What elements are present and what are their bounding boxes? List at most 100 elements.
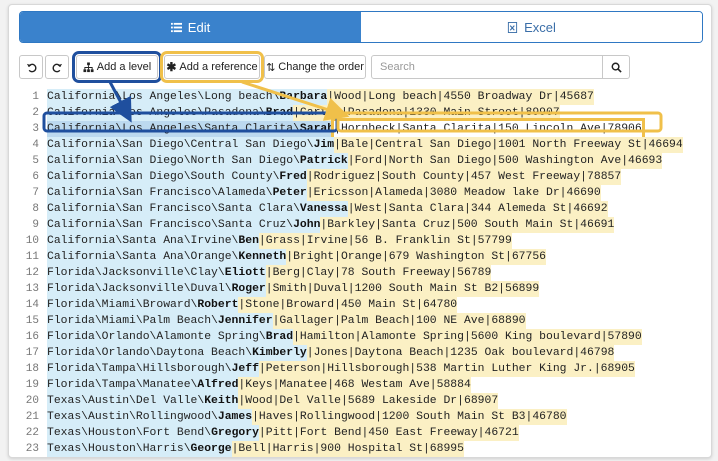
level-path: Florida\Orlando\Alamonte Spring\ [47,329,266,345]
person-name: Vanessa [299,201,348,217]
reference-fields: |Bright|Orange|679 Washington St|67756 [286,249,547,265]
editor-line[interactable]: 4 California\San Diego\Central San Diego\… [19,137,683,153]
reference-fields: |Bell|Harris|900 Hospital St|68995 [231,441,464,457]
reference-fields: |Barkley|Santa Cruz|500 South Main St|46… [320,217,615,233]
reference-fields: |Wood|Long beach|4550 Broadway Dr|45687 [327,89,594,105]
level-path: California\Los Angeles\Pasadena\ [47,105,266,121]
reference-fields: |Berg|Clay|78 South Freeway|56789 [265,265,492,281]
editor-line[interactable]: 21 Texas\Austin\Rollingwood\ James |Haves|R… [19,409,567,425]
editor-line[interactable]: 1 California\Los Angeles\Long beach\ Barba… [19,89,594,105]
person-name: Sarah [299,121,335,137]
tab-edit-label: Edit [187,19,211,35]
editor-line[interactable]: 22 Texas\Houston\Fort Bend\ Gregory |Pitt|F… [19,425,519,441]
level-path: California\Los Angeles\Long beach\ [47,89,280,105]
reference-fields: |Bale|Central San Diego|1001 North Freew… [334,137,683,153]
reference-fields: |Peterson|Hillsborough|538 Martin Luther… [258,361,635,377]
person-name: Brad [265,105,294,121]
level-path: Florida\Jacksonville\Duval\ [47,281,232,297]
reference-fields: |Hornbeck|Santa Clarita|150 Lincoln Ave|… [331,118,645,140]
undo-icon [26,63,36,72]
line-number: 18 [25,363,39,375]
editor-line[interactable]: 12 Florida\Jacksonville\Clay\ Eliott |Berg|… [19,265,492,281]
sort-icon: ⇅ [266,61,276,74]
editor-line[interactable]: 19 Florida\Tampa\Manatee\ Alfred |Keys|Mana… [19,377,471,393]
editor-line[interactable]: 14 Florida\Miami\Broward\ Robert |Stone|Bro… [19,297,458,313]
add-level-button[interactable]: Add a level [72,51,162,83]
editor-line[interactable]: 16 Florida\Orlando\Alamonte Spring\ Brad |H… [19,329,642,345]
level-path: Florida\Miami\Palm Beach\ [47,313,218,329]
level-path: California\San Francisco\Santa Cruz\ [47,217,294,233]
editor-line[interactable]: 13 Florida\Jacksonville\Duval\ Roger |Smith… [19,281,540,297]
level-path: Florida\Tampa\Hillsborough\ [47,361,232,377]
undo-button[interactable] [19,55,43,79]
line-number: 9 [32,219,39,231]
reference-fields: |Pitt|Fort Bend|450 East Freeway|46721 [258,425,519,441]
line-number: 8 [32,203,39,215]
person-name: George [190,441,232,457]
tab-excel[interactable]: Excel [361,12,702,42]
level-path: Texas\Houston\Fort Bend\ [47,425,212,441]
line-number: 19 [25,379,39,391]
reference-fields: |Haves|Rollingwood|1200 South Main St B3… [252,409,567,425]
person-name: Jim [313,137,335,153]
editor-line[interactable]: 3 California\Los Angeles\Santa Clarita\ Sa… [19,118,645,140]
editor-line[interactable]: 2 California\Los Angeles\Pasadena\ Brad |Ca… [19,105,560,121]
person-name: Gregory [211,425,259,441]
redo-button[interactable] [45,55,69,79]
line-number: 1 [32,91,39,103]
reference-fields: |Hamilton|Alamonte Spring|5600 King boul… [293,329,642,345]
add-level-label: Add a level [96,61,152,73]
line-number: 11 [25,251,39,263]
tab-excel-label: Excel [524,19,556,35]
person-name: Jeff [231,361,259,377]
editor-line[interactable]: 20 Texas\Austin\Del Valle\ Keith |Wood|Del … [19,393,499,409]
person-name: Eliott [224,265,266,281]
level-path: California\Los Angeles\Santa Clarita\ [47,121,300,137]
add-reference-label: Add a reference [179,61,258,73]
editor-line[interactable]: 6 California\San Diego\South County\ Fred |… [19,169,622,185]
search-button[interactable] [602,55,630,79]
text-editor[interactable]: 1 California\Los Angeles\Long beach\ Barba… [19,85,701,457]
editor-line[interactable]: 5 California\San Diego\North San Diego\ Pa… [19,153,663,169]
add-reference-button[interactable]: ✱ Add a reference [160,51,264,83]
editor-line[interactable]: 10 California\Santa Ana\Irvine\ Ben |Grass|… [19,233,512,249]
editor-line[interactable]: 7 California\San Francisco\Alameda\ Peter |… [19,185,601,201]
person-name: Kenneth [238,249,287,265]
editor-line[interactable]: 15 Florida\Miami\Palm Beach\ Jennifer |Gall… [19,313,526,329]
line-number: 5 [32,155,39,167]
reference-fields: |Gallager|Palm Beach|100 NE Ave|68890 [272,313,526,329]
list-icon [170,22,182,32]
editor-line[interactable]: 8 California\San Francisco\Santa Clara\ Va… [19,201,608,217]
person-name: Keith [204,393,239,409]
level-path: Texas\Austin\Rollingwood\ [47,409,218,425]
change-order-label: Change the order [278,61,364,73]
mode-tabs: Edit Excel [19,11,703,43]
reference-fields: |West|Santa Clara|344 Alemeda St|46692 [347,201,608,217]
editor-line[interactable]: 18 Florida\Tampa\Hillsborough\ Jeff |Peters… [19,361,635,377]
person-name: Kimberly [252,345,307,361]
person-name: Peter [272,185,307,201]
line-number: 4 [32,139,39,151]
redo-icon [52,63,62,72]
search-input[interactable] [371,55,603,79]
tab-edit[interactable]: Edit [20,12,361,42]
line-number: 22 [25,427,39,439]
person-name: Roger [231,281,266,297]
level-path: Florida\Tampa\Manatee\ [47,377,198,393]
person-name: Alfred [197,377,239,393]
editor-line[interactable]: 9 California\San Francisco\Santa Cruz\ Joh… [19,217,615,233]
app-window: Edit Excel Add a level ✱ Add a reference… [8,4,712,458]
reference-fields: |Rodriguez|South County|457 West Freeway… [306,169,622,185]
line-number: 21 [25,411,39,423]
line-number: 6 [32,171,39,183]
level-path: California\San Diego\Central San Diego\ [47,137,314,153]
line-number: 14 [25,299,39,311]
editor-line[interactable]: 11 California\Santa Ana\Orange\ Kenneth |Br… [19,249,547,265]
change-order-button[interactable]: ⇅ Change the order [264,55,366,79]
editor-line[interactable]: 17 Florida\Orlando\Daytona Beach\ Kimberly… [19,345,615,361]
reference-fields: |Jones|Daytona Beach|1235 Oak boulevard|… [306,345,615,361]
line-number: 12 [25,267,39,279]
level-path: California\Santa Ana\Irvine\ [47,233,239,249]
level-path: Texas\Austin\Del Valle\ [47,393,205,409]
editor-line[interactable]: 23 Texas\Houston\Harris\ George |Bell|Harri… [19,441,464,457]
